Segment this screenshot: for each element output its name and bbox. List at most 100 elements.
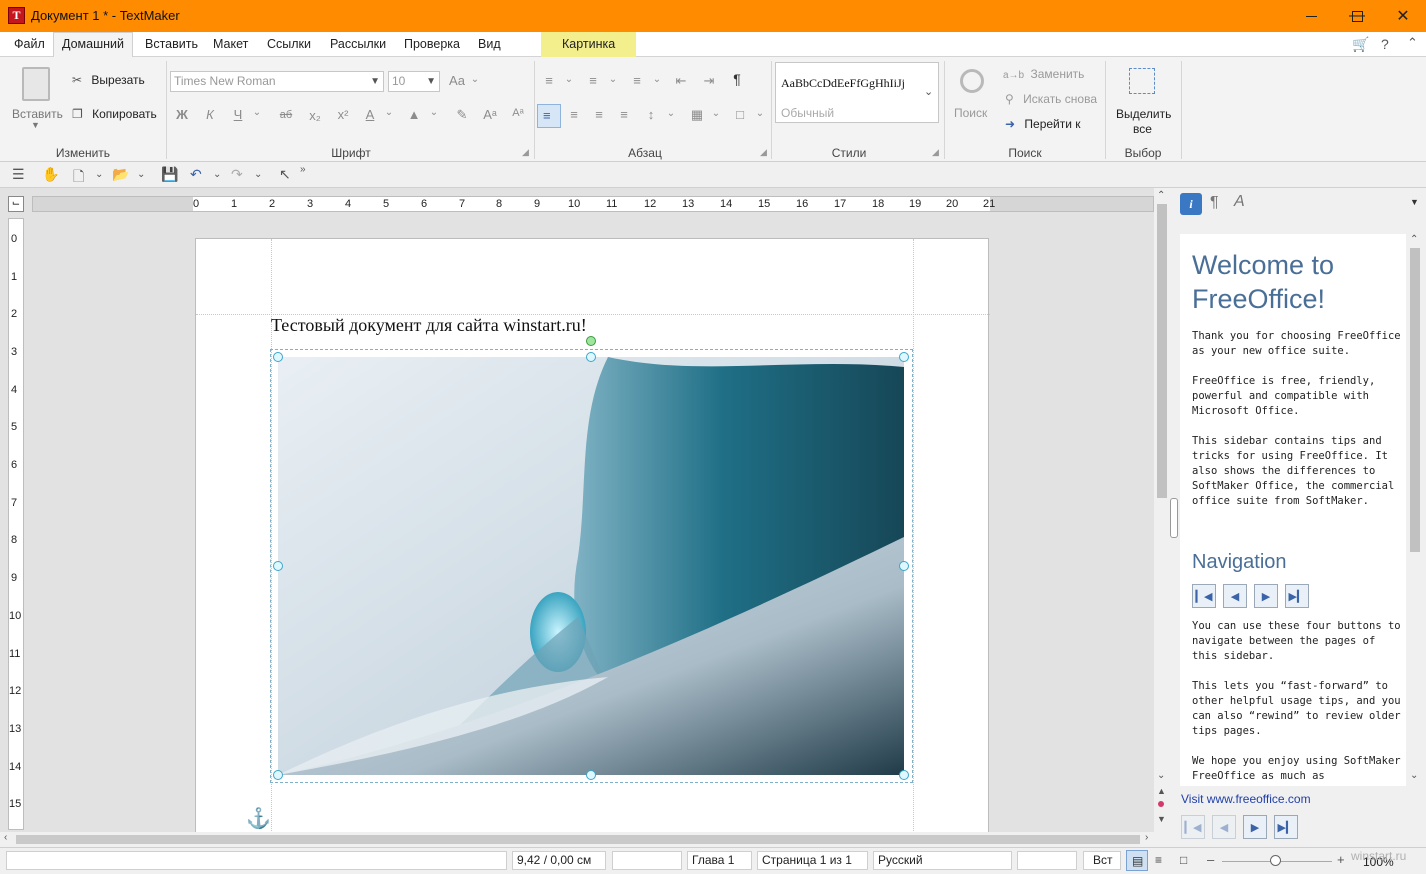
resize-handle[interactable] (586, 770, 596, 780)
chevron-down-icon[interactable]: ⌄ (213, 169, 221, 180)
resize-handle[interactable] (899, 352, 909, 362)
font-name-combo[interactable]: Times New Roman ▼ (170, 71, 384, 92)
chevron-down-icon[interactable]: ⌄ (604, 74, 622, 85)
view-normal-button[interactable]: ▤ (1126, 850, 1148, 871)
multilevel-list-icon[interactable]: ≡ (628, 73, 646, 88)
italic-button[interactable]: К (201, 107, 219, 122)
more-tools-icon[interactable]: » (300, 164, 306, 175)
paragraph-dialog-launcher-icon[interactable]: ◢ (760, 147, 767, 158)
page-indicator[interactable]: Страница 1 из 1 (757, 851, 868, 870)
copy-button[interactable]: ❐ Копировать (72, 107, 157, 121)
nav-first-button[interactable]: ▎◀ (1192, 584, 1216, 608)
superscript-button[interactable]: x² (334, 107, 352, 122)
nav-prev-button[interactable]: ◀ (1223, 584, 1247, 608)
align-right-icon[interactable]: ≡ (590, 107, 608, 122)
document-horizontal-scrollbar[interactable]: ‹ › (0, 832, 1170, 847)
menu-view[interactable]: Вид (470, 32, 509, 57)
chevron-down-icon[interactable]: ⌄ (662, 108, 680, 119)
styles-gallery[interactable]: AaBbCcDdEeFfGgHhIiJj Обычный ⌄ (775, 62, 939, 123)
chevron-down-icon[interactable]: ⌄ (466, 74, 484, 85)
sidebar-splitter[interactable] (1170, 498, 1178, 538)
sidebar-menu-icon[interactable]: ▼ (1410, 197, 1419, 207)
view-outline-icon[interactable]: ≡ (1155, 853, 1162, 867)
font-color-button[interactable]: А (361, 107, 379, 122)
insert-mode-indicator[interactable]: Вст (1083, 851, 1121, 870)
menu-layout[interactable]: Макет (205, 32, 256, 57)
styles-dialog-launcher-icon[interactable]: ◢ (932, 147, 939, 158)
decrease-indent-icon[interactable]: ⇤ (672, 73, 690, 89)
resize-handle[interactable] (273, 352, 283, 362)
resize-handle[interactable] (273, 770, 283, 780)
scroll-left-icon[interactable]: ‹ (4, 832, 7, 843)
find-again-button[interactable]: ⚲ Искать снова (1005, 92, 1097, 106)
scroll-up-icon[interactable]: ⌃ (1410, 234, 1418, 245)
save-icon[interactable]: 💾 (161, 166, 178, 183)
info-icon[interactable]: i (1180, 193, 1202, 215)
minimize-button-2[interactable] (1288, 0, 1334, 32)
chevron-down-icon[interactable]: ⌄ (751, 108, 769, 119)
document-vertical-scrollbar[interactable]: ⌃ ⌄ ▲ ▼ (1154, 188, 1170, 832)
hamburger-icon[interactable]: ☰ (12, 166, 25, 183)
find-button[interactable]: Поиск (952, 65, 996, 125)
resize-handle[interactable] (586, 352, 596, 362)
scrollbar-thumb[interactable] (16, 835, 1140, 844)
bottom-nav-prev-button[interactable]: ◀ (1212, 815, 1236, 839)
font-dialog-launcher-icon[interactable]: ◢ (522, 147, 529, 158)
menu-references[interactable]: Ссылки (259, 32, 319, 57)
highlight-icon[interactable]: ▲ (405, 107, 423, 122)
menu-review[interactable]: Проверка (396, 32, 468, 57)
align-center-icon[interactable]: ≡ (565, 107, 583, 122)
line-spacing-icon[interactable]: ↕ (642, 107, 660, 122)
open-folder-icon[interactable]: 📂 (112, 166, 129, 183)
justify-icon[interactable]: ≡ (615, 107, 633, 122)
paste-button[interactable]: Вставить ▼ (10, 63, 63, 135)
zoom-slider-thumb[interactable] (1270, 855, 1281, 866)
borders-icon[interactable]: □ (731, 107, 749, 122)
underline-button[interactable]: Ч (229, 107, 247, 122)
menu-file[interactable]: Файл (6, 32, 53, 57)
hand-icon[interactable]: ✋ (42, 166, 59, 183)
chevron-down-icon[interactable]: ⌄ (648, 74, 666, 85)
goto-button[interactable]: ➜ Перейти к (1005, 117, 1081, 131)
nav-next-button[interactable]: ▶ (1254, 584, 1278, 608)
scrollbar-thumb[interactable] (1157, 204, 1167, 498)
font-size-combo[interactable]: 10 ▼ (388, 71, 440, 92)
zoom-in-icon[interactable]: + (1337, 852, 1345, 867)
new-document-icon[interactable]: 🗋 (73, 166, 84, 190)
help-icon[interactable]: ? (1381, 36, 1389, 52)
visit-link[interactable]: Visit www.freeoffice.com (1181, 792, 1311, 806)
chevron-down-icon[interactable]: ⌄ (425, 107, 443, 118)
resize-handle[interactable] (273, 561, 283, 571)
chevron-down-icon[interactable]: ⌄ (924, 85, 933, 98)
sidebar-scrollbar[interactable]: ⌃ ⌄ (1408, 234, 1422, 786)
numbered-list-icon[interactable]: ≡ (584, 73, 602, 88)
subscript-button[interactable]: x₂ (306, 108, 324, 123)
resize-handle[interactable] (899, 561, 909, 571)
browse-object-icon[interactable] (1158, 801, 1164, 807)
select-all-button[interactable]: Выделить все (1110, 63, 1176, 138)
pointer-icon[interactable]: ↖ (279, 166, 291, 183)
paragraph-format-icon[interactable]: ¶ (1210, 194, 1219, 212)
chevron-down-icon[interactable]: ⌄ (707, 108, 725, 119)
chevron-down-icon[interactable]: ⌄ (560, 74, 578, 85)
increase-indent-icon[interactable]: ⇥ (700, 73, 718, 89)
menu-picture[interactable]: Картинка (541, 32, 637, 57)
view-fullpage-icon[interactable]: □ (1180, 853, 1187, 867)
nav-last-button[interactable]: ▶▎ (1285, 584, 1309, 608)
scroll-up-icon[interactable]: ⌃ (1157, 190, 1165, 201)
chevron-down-icon[interactable]: ⌄ (248, 107, 266, 118)
document-text[interactable]: Тестовый документ для сайта winstart.ru! (271, 315, 587, 336)
collapse-ribbon-icon[interactable]: ⌃ (1407, 35, 1418, 51)
redo-icon[interactable]: ↷ (231, 166, 243, 183)
chevron-down-icon[interactable]: ⌄ (380, 107, 398, 118)
chevron-down-icon[interactable]: ⌄ (254, 169, 262, 180)
zoom-out-icon[interactable]: – (1207, 852, 1214, 867)
pilcrow-button[interactable]: ¶ (728, 71, 746, 87)
cut-button[interactable]: ✂ Вырезать (72, 73, 145, 87)
bottom-nav-next-button[interactable]: ▶ (1243, 815, 1267, 839)
bold-button[interactable]: Ж (173, 107, 191, 122)
tab-stop-icon[interactable]: ⌙ (8, 196, 24, 212)
shrink-font-icon[interactable]: Aᵃ (509, 107, 527, 119)
align-left-button[interactable]: ≡ (537, 104, 561, 128)
bullet-list-icon[interactable]: ≡ (540, 73, 558, 88)
